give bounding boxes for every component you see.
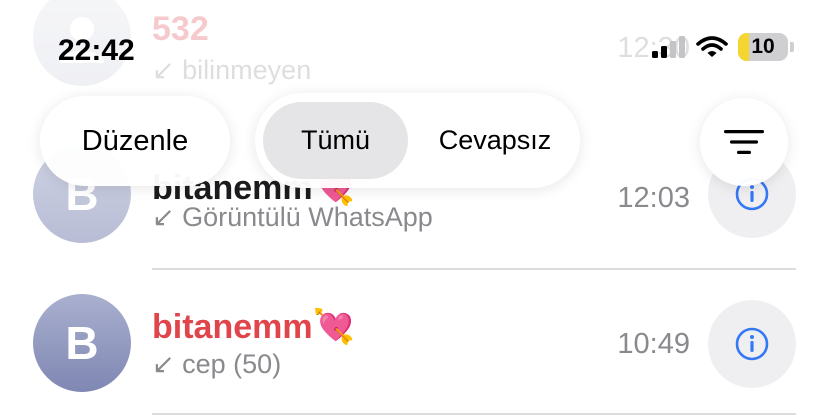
caller-name: bitanemm💘 (152, 308, 355, 346)
call-detail: ↙ Görüntülü WhatsApp (152, 202, 433, 232)
caller-name: 532 (152, 10, 209, 48)
wifi-icon (696, 36, 728, 57)
status-time: 22:42 (58, 34, 135, 67)
call-row-3[interactable]: B bitanemm💘 ↙ cep (50) 10:49 (0, 275, 828, 405)
incoming-arrow-icon: ↙ (152, 55, 175, 85)
battery-icon: 10 (738, 33, 788, 61)
call-time: 12:03 (617, 182, 690, 214)
heart-emoji: 💘 (312, 308, 355, 346)
call-detail: ↙ bilinmeyen (152, 55, 312, 85)
call-time: 10:49 (617, 328, 690, 360)
info-button[interactable] (708, 300, 796, 388)
filter-all-tab[interactable]: Tümü (263, 102, 408, 179)
filter-menu-button[interactable] (700, 98, 788, 186)
call-filter-segmented-control: Tümü Cevapsız (255, 93, 580, 188)
row-divider (152, 413, 796, 415)
row-divider (152, 268, 796, 270)
info-icon (735, 327, 769, 361)
battery-level: 10 (751, 35, 775, 58)
filter-lines-icon (724, 130, 764, 154)
cellular-signal-icon (652, 36, 685, 58)
battery-tip (790, 42, 794, 52)
incoming-arrow-icon: ↙ (152, 349, 175, 379)
call-detail: ↙ cep (50) (152, 349, 282, 379)
incoming-arrow-icon: ↙ (152, 202, 175, 232)
status-icons: 10 (652, 33, 794, 61)
avatar: B (33, 294, 131, 392)
edit-button[interactable]: Düzenle (40, 96, 230, 186)
filter-missed-tab[interactable]: Cevapsız (420, 102, 570, 179)
